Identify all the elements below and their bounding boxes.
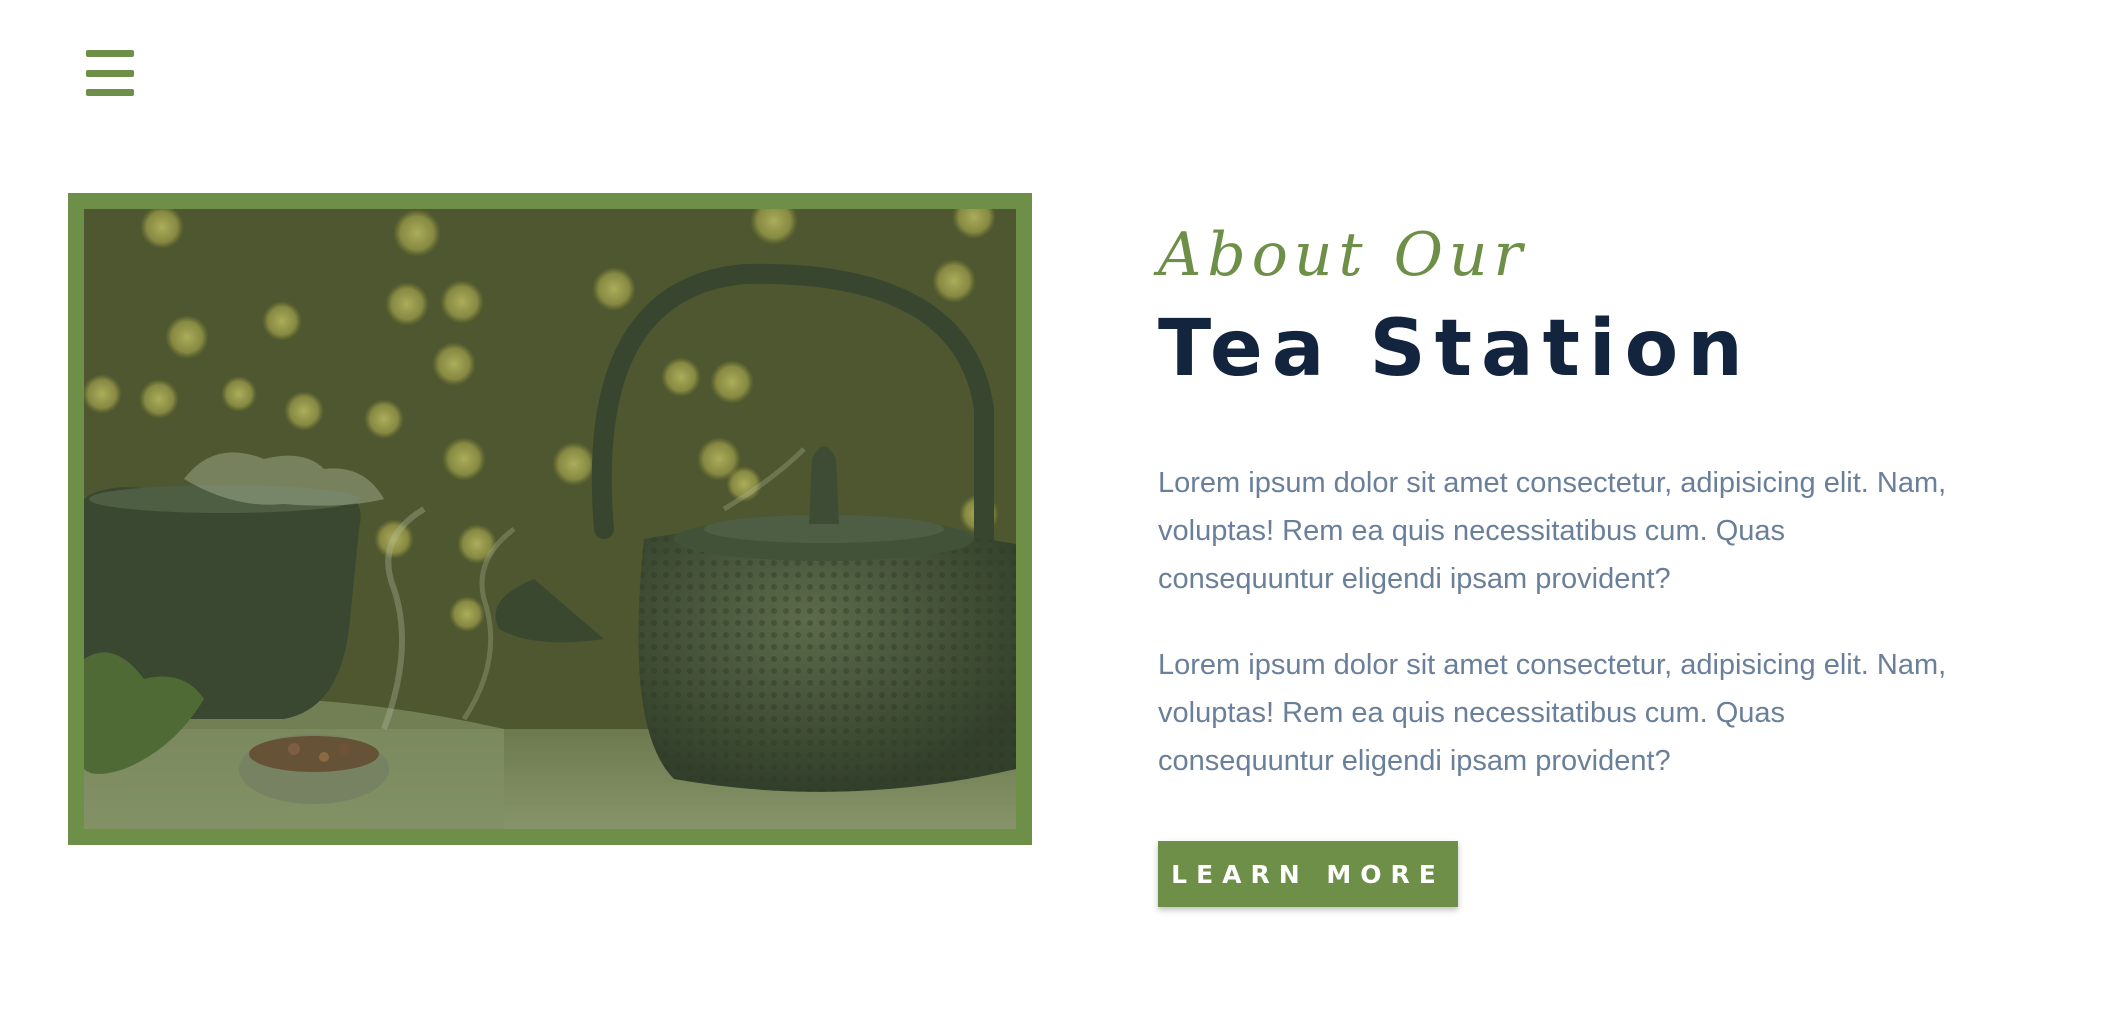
teapot-illustration [84, 209, 1016, 829]
learn-more-button[interactable]: LEARN MORE [1158, 841, 1458, 907]
about-kicker: About Our [1158, 220, 1529, 290]
hamburger-menu-icon[interactable] [86, 50, 136, 96]
menu-bar [86, 69, 134, 77]
menu-bar [86, 50, 134, 57]
about-section: About Our Tea Station Lorem ipsum dolor … [1158, 215, 2018, 907]
about-title: Tea Station [1158, 304, 1752, 394]
about-paragraph: Lorem ipsum dolor sit amet consectetur, … [1158, 649, 1947, 777]
about-paragraph: Lorem ipsum dolor sit amet consectetur, … [1158, 467, 1947, 595]
about-image-frame [68, 193, 1032, 845]
page: About Our Tea Station Lorem ipsum dolor … [0, 0, 2114, 1020]
teapot-photo [84, 209, 1016, 829]
menu-bar [86, 89, 134, 96]
